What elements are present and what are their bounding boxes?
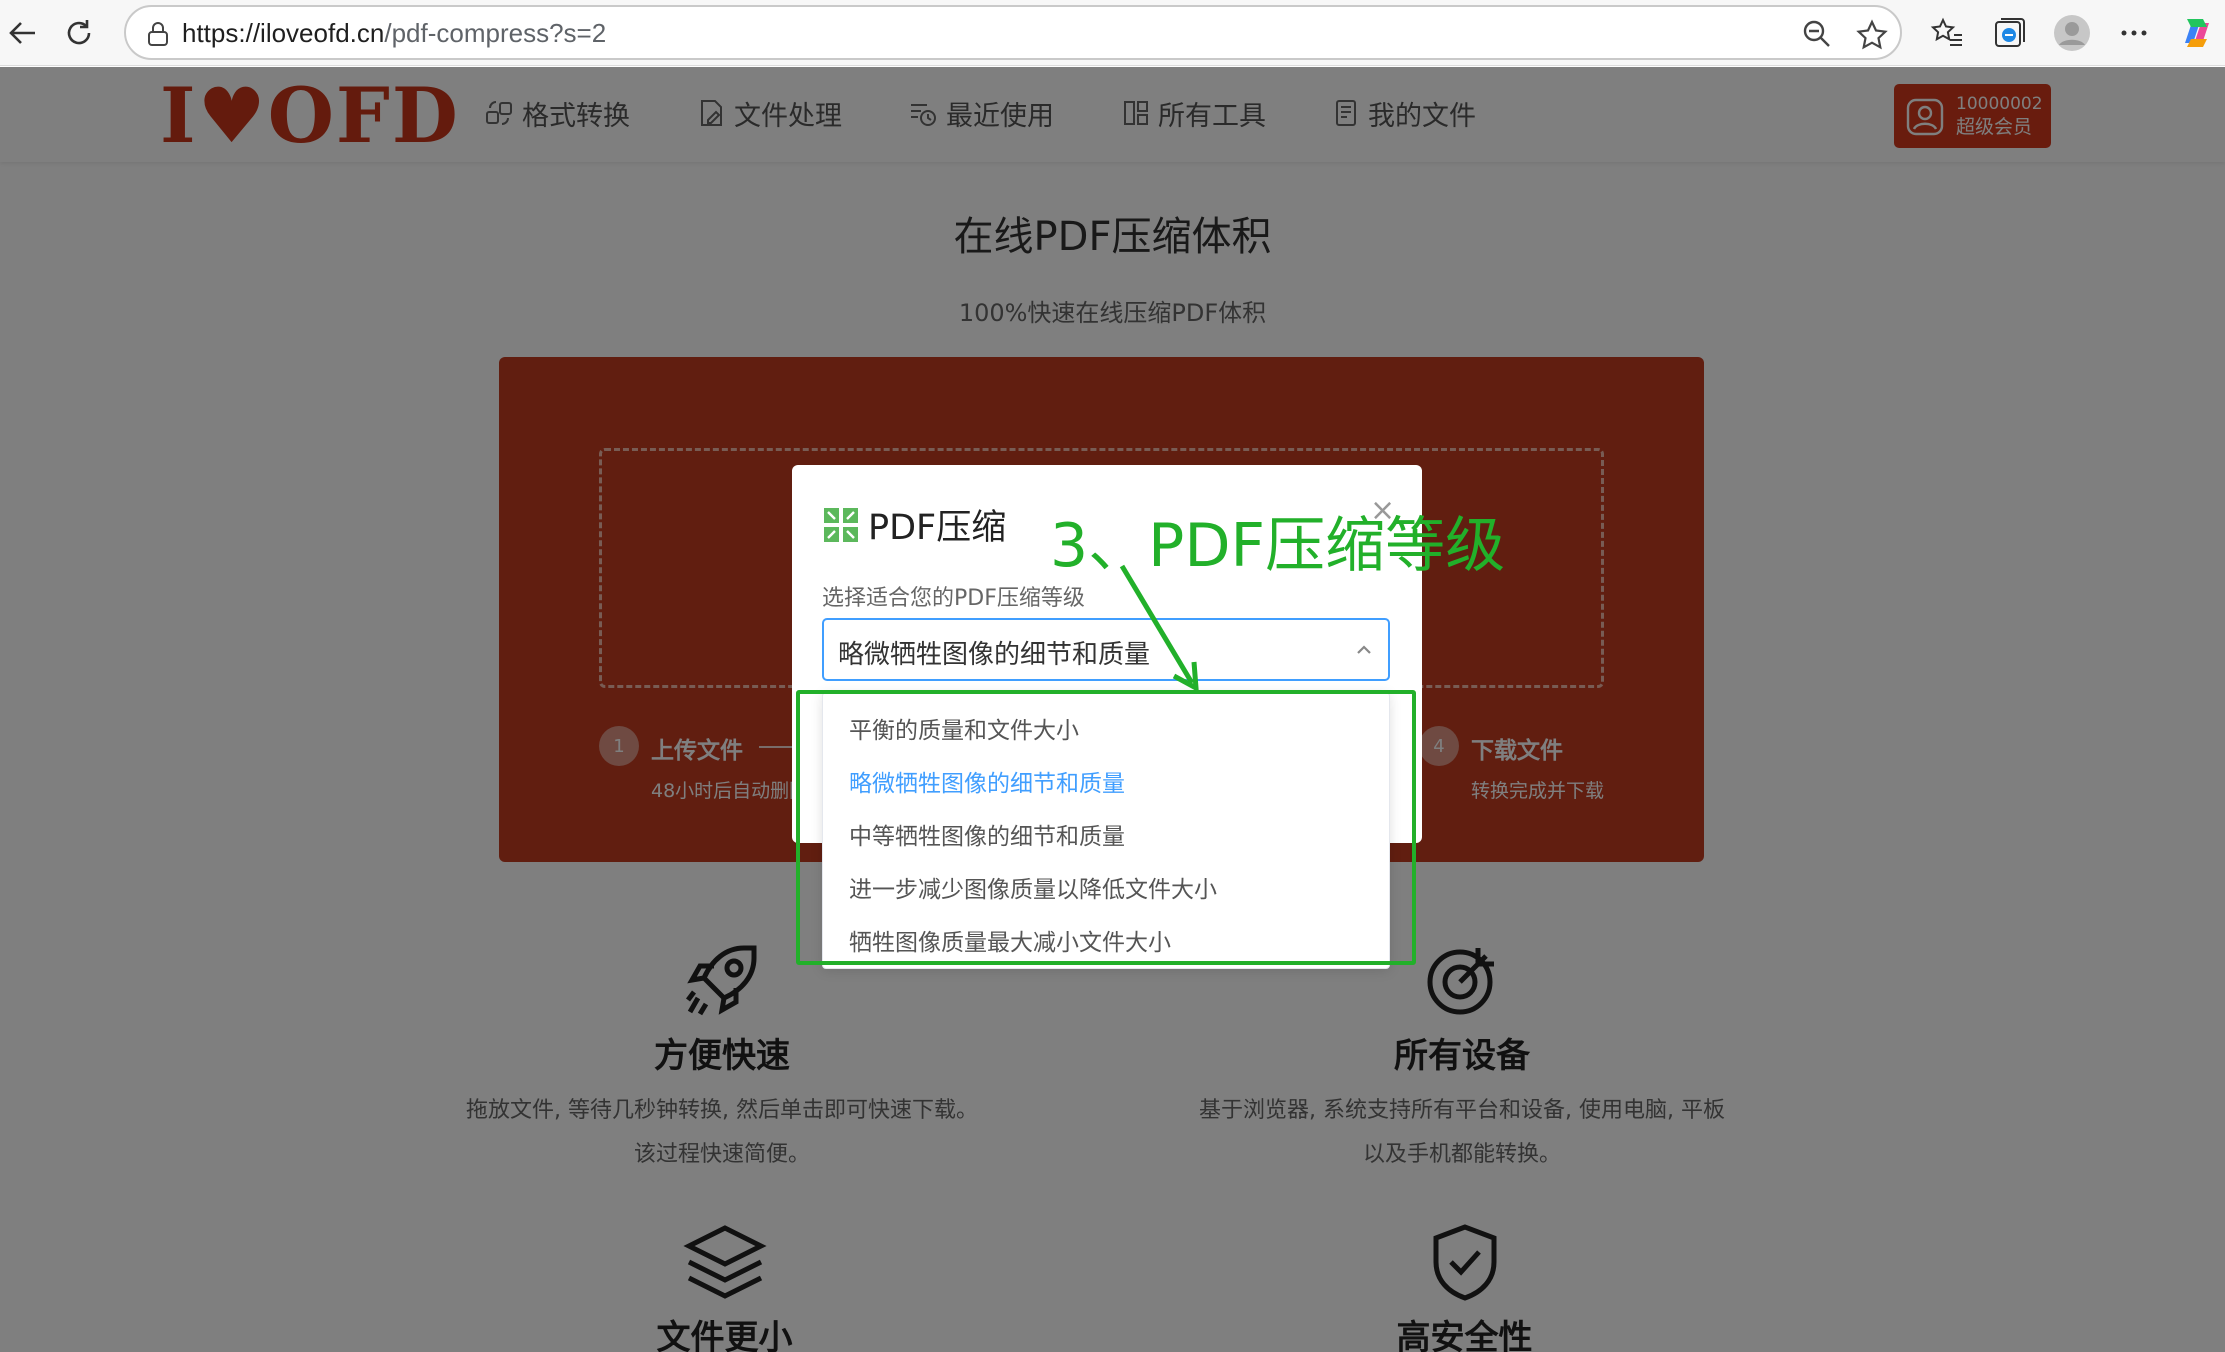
annotation-label: 3、PDF压缩等级 — [1050, 511, 1506, 581]
favorite-star-icon[interactable] — [1856, 19, 1888, 50]
annotation-highlight-box — [796, 690, 1416, 965]
url-host: https://iloveofd.cn — [182, 18, 385, 48]
profile-avatar-icon — [2054, 15, 2090, 51]
collections-button[interactable] — [1988, 12, 2030, 54]
favorites-button[interactable] — [1926, 12, 1968, 54]
zoom-icon[interactable] — [1802, 19, 1832, 49]
edge-collections-icon — [1995, 18, 2025, 47]
url-path: /pdf-compress?s=2 — [384, 18, 607, 48]
favorites-list-icon — [1930, 17, 1962, 46]
chevron-up-icon — [1354, 642, 1374, 662]
browser-toolbar: https://iloveofd.cn/pdf-compress?s=2 — [0, 0, 2225, 66]
more-menu-button[interactable] — [2113, 12, 2155, 54]
compression-level-label: 选择适合您的PDF压缩等级 — [822, 586, 1085, 611]
compression-level-select[interactable]: 略微牺牲图像的细节和质量 — [822, 618, 1390, 681]
lock-icon — [146, 21, 170, 51]
reload-button[interactable] — [56, 10, 102, 56]
select-value: 略微牺牲图像的细节和质量 — [838, 640, 1151, 670]
copilot-button[interactable] — [2176, 12, 2218, 54]
url-text: https://iloveofd.cn/pdf-compress?s=2 — [182, 18, 606, 49]
profile-button[interactable] — [2051, 12, 2093, 54]
refresh-icon — [67, 20, 91, 45]
dialog-title-text: PDF压缩 — [868, 508, 1007, 548]
compress-grid-icon — [824, 507, 858, 542]
dialog-title: PDF压缩 — [822, 499, 1006, 550]
copilot-icon — [2185, 19, 2209, 47]
more-dots-icon — [2121, 30, 2147, 36]
back-button[interactable] — [0, 10, 46, 56]
arrow-left-icon — [9, 22, 35, 44]
address-bar[interactable]: https://iloveofd.cn/pdf-compress?s=2 — [124, 5, 1902, 60]
